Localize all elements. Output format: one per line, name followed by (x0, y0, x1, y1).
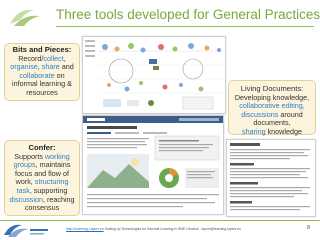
slide-title: Three tools developed for General Practi… (56, 7, 320, 22)
living-keyword: sharing (242, 126, 266, 136)
title-divider (56, 26, 314, 27)
bits-and-pieces-screenshot (82, 36, 226, 114)
confer-text: consensus (24, 203, 60, 213)
footer-caption: Scaling up Technologies for Informal Lea… (103, 227, 242, 231)
learning-layers-logo (4, 224, 48, 237)
confer-callout: Confer: Supports working groups, maintai… (4, 140, 80, 216)
bits-text: resources (26, 87, 58, 97)
living-documents-graphic (227, 140, 315, 216)
living-documents-screenshot (226, 139, 316, 217)
confer-screenshot (82, 115, 224, 215)
footer-link[interactable]: http://Learning-Layers.eu (66, 227, 104, 231)
living-documents-callout: Living Documents: Developing knowledge, … (228, 80, 316, 136)
bits-and-pieces-callout: Bits and Pieces: Record/collect, organis… (4, 43, 80, 101)
layers-swirl-logo (10, 9, 40, 26)
footer-text: http://Learning-Layers.eu Scaling up Tec… (66, 227, 304, 231)
confer-screenshot-graphic (83, 116, 223, 214)
bits-screenshot-graphic (83, 37, 225, 113)
slide: Three tools developed for General Practi… (0, 0, 320, 240)
page-number: 8 (307, 225, 311, 231)
living-text: knowledge (265, 126, 302, 136)
